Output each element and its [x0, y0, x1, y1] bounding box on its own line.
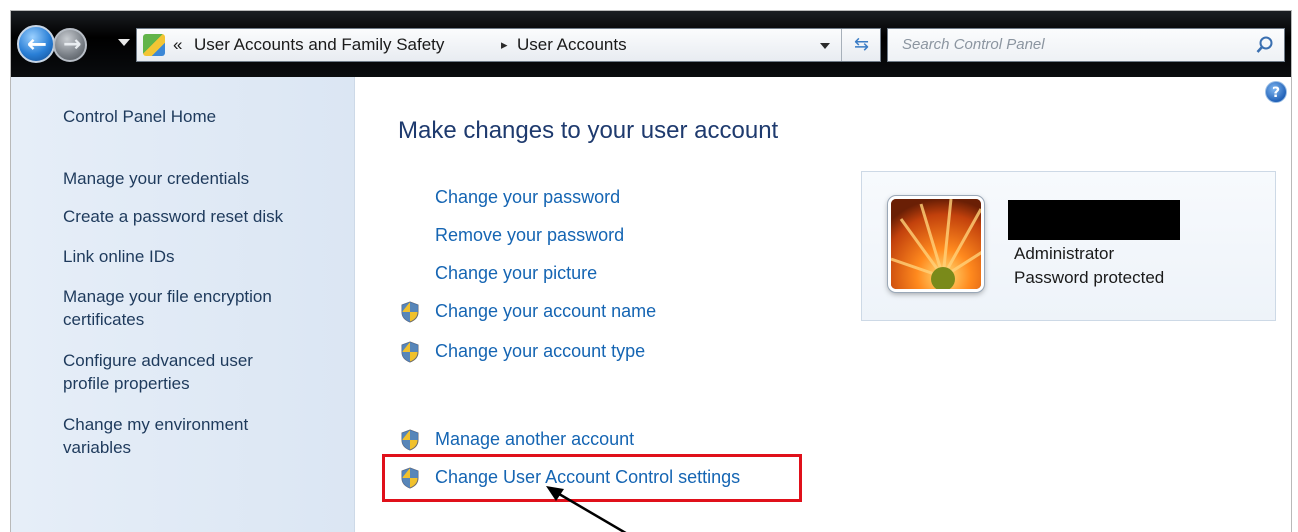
uac-shield-icon — [401, 429, 419, 451]
link-control-panel-home[interactable]: Control Panel Home — [63, 105, 216, 128]
link-change-password[interactable]: Change your password — [435, 187, 620, 208]
back-arrow-icon: ← — [27, 30, 48, 58]
breadcrumb-overflow[interactable]: « — [173, 35, 182, 55]
link-manage-credentials[interactable]: Manage your credentials — [63, 167, 249, 190]
address-bar[interactable]: « User Accounts and Family Safety ▸ User… — [136, 28, 881, 62]
link-file-encryption-certificates[interactable]: Manage your file encryption certificates — [63, 285, 323, 331]
control-panel-icon — [143, 34, 165, 56]
address-dropdown-icon[interactable] — [820, 43, 830, 49]
link-change-account-type[interactable]: Change your account type — [435, 341, 645, 362]
control-panel-window: ← → « User Accounts and Family Safety ▸ … — [10, 10, 1292, 532]
search-box[interactable]: Search Control Panel — [887, 28, 1285, 62]
refresh-icon[interactable]: ⇆ — [841, 29, 881, 61]
link-password-reset-disk[interactable]: Create a password reset disk — [63, 205, 283, 228]
link-change-account-name[interactable]: Change your account name — [435, 301, 656, 322]
left-task-pane: Control Panel Home Manage your credentia… — [11, 77, 355, 532]
search-input[interactable]: Search Control Panel — [902, 36, 1045, 53]
redacted-username — [1008, 200, 1180, 240]
forward-button[interactable]: → — [53, 28, 87, 62]
link-advanced-user-profile[interactable]: Configure advanced user profile properti… — [63, 349, 293, 395]
password-status-label: Password protected — [1014, 268, 1165, 287]
uac-shield-icon — [401, 341, 419, 363]
user-account-card: Administrator Password protected — [861, 171, 1276, 321]
forward-arrow-icon: → — [63, 32, 82, 57]
breadcrumb-user-accounts[interactable]: User Accounts — [517, 35, 627, 55]
link-online-ids[interactable]: Link online IDs — [63, 245, 175, 268]
search-icon[interactable] — [1256, 36, 1274, 54]
account-type-label: Administrator — [1014, 244, 1115, 263]
recent-pages-dropdown[interactable] — [118, 39, 130, 46]
link-environment-variables[interactable]: Change my environment variables — [63, 413, 303, 459]
annotation-arrow-icon — [546, 486, 627, 532]
link-change-picture[interactable]: Change your picture — [435, 263, 597, 284]
back-button[interactable]: ← — [17, 25, 55, 63]
navigation-bar: ← → « User Accounts and Family Safety ▸ … — [11, 11, 1291, 77]
uac-shield-icon — [401, 301, 419, 323]
link-manage-another-account[interactable]: Manage another account — [435, 429, 634, 450]
avatar[interactable] — [888, 196, 984, 292]
breadcrumb-user-accounts-family-safety[interactable]: User Accounts and Family Safety — [194, 35, 444, 55]
link-remove-password[interactable]: Remove your password — [435, 225, 624, 246]
flower-picture-icon — [891, 199, 981, 289]
page-title: Make changes to your user account — [398, 117, 779, 144]
help-icon[interactable]: ? — [1265, 81, 1287, 103]
breadcrumb-chevron-icon[interactable]: ▸ — [501, 38, 508, 53]
